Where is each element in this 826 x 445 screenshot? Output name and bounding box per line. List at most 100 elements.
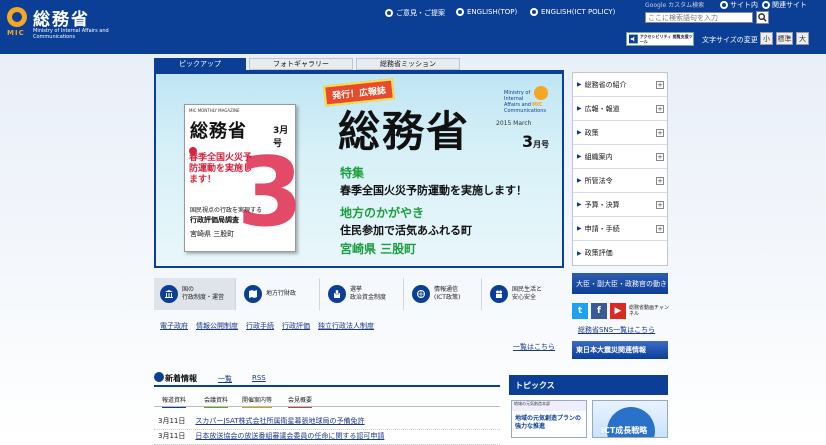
region-label: 地方のかがやき [340,206,425,220]
topic-card-title: 地域の元気創造プランの強力な推進 [515,415,582,430]
mic-logo-icon[interactable] [7,7,27,27]
magazine-sub-caption: 国民視点の行政を実現する [190,207,263,214]
category-senkyo[interactable]: 選挙 政治資金制度 [322,278,404,310]
news-row[interactable]: 3月11日 日本放送協会の放送番組審議会委員の任命に関する認可申請 [154,431,500,445]
arrow-icon: ▶ [577,129,582,136]
search-button[interactable] [756,11,769,24]
facebook-icon[interactable]: f [591,303,607,319]
magazine-headline: 春季全国火災予防運動を実施します！ [189,153,253,185]
expand-icon[interactable]: + [656,129,664,137]
opinion-link[interactable]: ご意見・ご提案 [385,8,445,18]
sns-row: t f ▶ 総務省動画チャンネル [572,303,669,319]
link-evaluation[interactable]: 行政評価 [282,321,310,331]
feature-text: 春季全国火災予防運動を実施します！ [340,184,527,197]
scope-related-radio[interactable]: 関連サイト [762,0,807,10]
fontsize-normal-button[interactable]: 標準 [776,32,793,45]
topic-card-title: ICT成長戦略 [601,426,648,435]
sidebar-item-laws[interactable]: ▶ 所管法令 + [573,169,667,193]
fontsize-small-button[interactable]: 小 [760,32,773,45]
arrow-icon: ▶ [577,225,582,232]
expand-icon[interactable]: + [656,153,664,161]
fontsize-large-button[interactable]: 大 [796,32,809,45]
site-header: 総務省 MIC Ministry of Internal Affairs and… [0,0,826,54]
english-ict-link[interactable]: ENGLISH(ICT POLICY) [530,8,615,16]
sidebar-item-pr[interactable]: ▶ 広報・報道 + [573,97,667,121]
google-search-label: Google カスタム検索 [645,2,705,9]
news-title-link[interactable]: スカパーJSAT株式会社所属衛星幕張地球局の予備免許 [195,416,364,429]
category-gyosei[interactable]: 国の 行政制度・運営 [154,278,236,310]
sidebar-item-budget[interactable]: ▶ 予算・決算 + [573,193,667,217]
expand-icon[interactable]: + [656,105,664,113]
category-chiho[interactable]: 地方行財政 [238,278,320,310]
topics-header: トピックス [509,375,668,395]
news-icon [154,372,164,382]
building-icon [160,285,178,303]
magazine-header: MIC MONTHLY MAGAZINE [189,108,240,113]
link-procedures[interactable]: 行政手続 [246,321,274,331]
news-tab-rule [154,406,500,407]
sns-list-link[interactable]: 総務省SNS一覧はこちら [578,325,655,335]
category-label: 国の 行政制度・運営 [182,286,225,301]
link-independent-agency[interactable]: 独立行政法人制度 [318,321,374,331]
view-all-link[interactable]: 一覧はこちら [513,342,555,352]
search-input[interactable] [645,12,753,23]
news-title: 新着情報 [165,374,197,383]
banner-title: 総務省 [338,107,471,156]
topic-card-ict[interactable]: ICT成長戦略 [592,400,668,438]
topic-card-header: 地域の元気創造本部 [512,401,586,411]
magazine-place: 宮崎県 三股町 [190,230,235,238]
tab-mission[interactable]: 総務省ミッション [356,58,460,70]
sidebar-item-applications[interactable]: ▶ 申請・手続 + [573,217,667,241]
category-label: 選挙 政治資金制度 [350,286,387,301]
link-disclosure[interactable]: 情報公開制度 [196,321,238,331]
people-icon [490,285,508,303]
sidebar-item-evaluation[interactable]: ▶ 政策評価 [573,241,667,265]
category-ict[interactable]: 情報通信 (ICT政策) [406,278,482,310]
tab-pickup[interactable]: ピックアップ [154,58,246,70]
earthquake-info-banner[interactable]: 東日本大震災関連情報 [572,341,668,359]
expand-icon[interactable]: + [656,225,664,233]
search-icon [758,13,767,22]
minister-activity-banner[interactable]: 大臣・副大臣・政務官の動き [572,273,668,294]
news-list-link[interactable]: 一覧 [218,374,232,384]
expand-icon[interactable]: + [656,81,664,89]
tab-photo-gallery[interactable]: フォトギャラリー [249,58,353,70]
magazine-cover: MIC MONTHLY MAGAZINE 総務省 3月号 3 春季全国火災予防運… [184,104,303,252]
news-date: 3月11日 [158,417,186,425]
speaker-icon [629,34,638,44]
issue-english: Ministry of Internal Affairs and Communi… [504,90,547,114]
pickup-banner[interactable]: MIC MONTHLY MAGAZINE 総務省 3月号 3 春季全国火災予防運… [154,72,564,268]
link-e-government[interactable]: 電子政府 [160,321,188,331]
expand-icon[interactable]: + [656,201,664,209]
mic-logo-icon [534,86,548,100]
sidebar-item-policy[interactable]: ▶ 政策 + [573,121,667,145]
arrow-icon: ▶ [577,105,582,112]
sidebar-menu: ▶ 総務省の紹介 + ▶ 広報・報道 + ▶ 政策 + ▶ 組織案内 + ▶ 所管法令 + ▶ 予算・… [572,72,668,266]
region-place: 宮崎県 三股町 [340,242,417,256]
link-bullet-icon [385,9,393,17]
sidebar-item-organization[interactable]: ▶ 組織案内 + [573,145,667,169]
issue-year: 2015 March [496,120,532,127]
english-top-link[interactable]: ENGLISH(TOP) [456,8,517,16]
map-icon [244,285,262,303]
topic-card-regional[interactable]: 地域の元気創造本部 地域の元気創造プランの強力な推進 [511,400,587,438]
news-row[interactable]: 3月11日 スカパーJSAT株式会社所属衛星幕張地球局の予備免許 [154,416,500,430]
site-title[interactable]: 総務省 [33,5,90,30]
expand-icon[interactable]: + [656,177,664,185]
accessibility-button[interactable]: アクセシビリティ 閲覧支援ツール [626,32,694,46]
scope-site-radio[interactable]: サイト内 [720,0,758,10]
sidebar-item-intro[interactable]: ▶ 総務省の紹介 + [573,73,667,97]
twitter-icon[interactable]: t [572,303,588,319]
category-kokumin[interactable]: 国民生活と 安心安全 [484,278,564,310]
news-rss-link[interactable]: RSS [252,374,266,382]
youtube-icon[interactable]: ▶ [610,303,626,319]
radio-icon [762,1,770,9]
category-label: 情報通信 (ICT政策) [434,286,461,301]
fontsize-label: 文字サイズの変更 [702,36,758,44]
arrow-icon: ▶ [577,153,582,160]
network-icon [412,285,430,303]
youtube-label[interactable]: 総務省動画チャンネル [629,305,669,317]
arrow-icon: ▶ [577,249,582,257]
category-label: 地方行財政 [266,290,297,297]
link-bullet-icon [456,8,464,16]
